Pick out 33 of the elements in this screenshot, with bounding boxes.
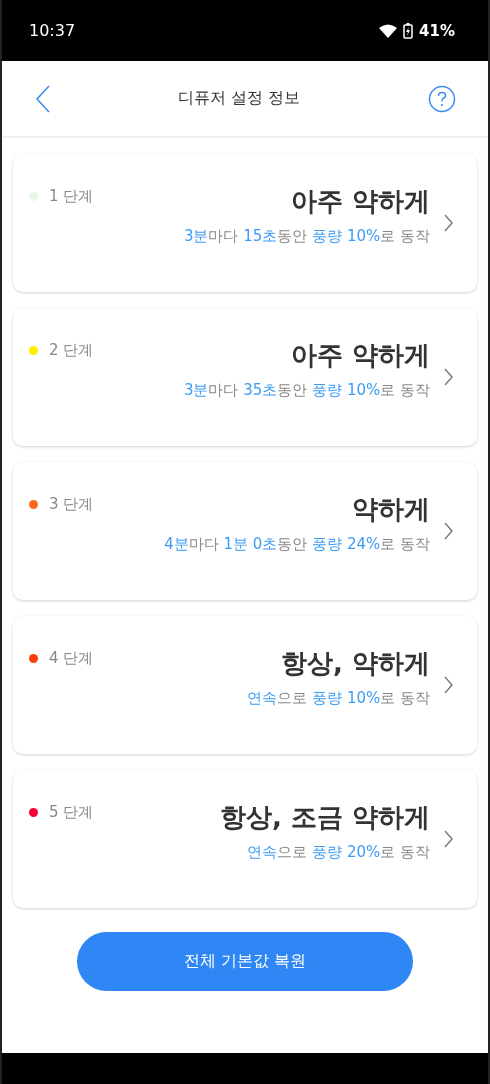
page-title: 디퓨저 설정 정보 bbox=[177, 88, 301, 109]
reset-defaults-button[interactable]: 전체 기본값 복원 bbox=[77, 932, 413, 991]
level-card[interactable]: 2 단계 아주 약하게 3분마다 35초동안 풍량 10%로 동작 bbox=[13, 308, 477, 446]
level-card[interactable]: 5 단계 항상, 조금 약하게 연속으로 풍량 20%로 동작 bbox=[13, 770, 477, 908]
chevron-right-icon bbox=[444, 368, 453, 386]
level-label: 1 단계 bbox=[49, 186, 94, 206]
chevron-right-icon bbox=[444, 830, 453, 848]
battery-icon bbox=[403, 22, 414, 39]
level-card[interactable]: 1 단계 아주 약하게 3분마다 15초동안 풍량 10%로 동작 bbox=[13, 154, 477, 292]
level-label: 5 단계 bbox=[49, 802, 94, 822]
level-card[interactable]: 4 단계 항상, 약하게 연속으로 풍량 10%로 동작 bbox=[13, 616, 477, 754]
battery-percent: 41% bbox=[419, 21, 455, 40]
level-description: 3분마다 15초동안 풍량 10%로 동작 bbox=[183, 227, 430, 246]
level-title: 항상, 약하게 bbox=[281, 647, 430, 680]
level-title: 아주 약하게 bbox=[290, 339, 430, 372]
level-description: 연속으로 풍량 10%로 동작 bbox=[247, 689, 430, 708]
level-description: 3분마다 35초동안 풍량 10%로 동작 bbox=[183, 381, 430, 400]
level-card[interactable]: 3 단계 약하게 4분마다 1분 0초동안 풍량 24%로 동작 bbox=[13, 462, 477, 600]
chevron-right-icon bbox=[444, 522, 453, 540]
level-title: 아주 약하게 bbox=[290, 185, 430, 218]
chevron-right-icon bbox=[444, 676, 453, 694]
chevron-right-icon bbox=[444, 214, 453, 232]
level-title: 항상, 조금 약하게 bbox=[220, 801, 430, 834]
level-description: 4분마다 1분 0초동안 풍량 24%로 동작 bbox=[164, 535, 430, 554]
clock: 10:37 bbox=[29, 21, 76, 40]
help-icon[interactable] bbox=[428, 84, 456, 113]
back-icon[interactable] bbox=[36, 84, 50, 113]
level-label: 3 단계 bbox=[49, 494, 94, 514]
level-title: 약하게 bbox=[352, 493, 430, 526]
level-label: 2 단계 bbox=[49, 340, 94, 360]
wifi-icon bbox=[379, 23, 398, 38]
level-label: 4 단계 bbox=[49, 648, 94, 668]
level-description: 연속으로 풍량 20%로 동작 bbox=[247, 843, 430, 862]
